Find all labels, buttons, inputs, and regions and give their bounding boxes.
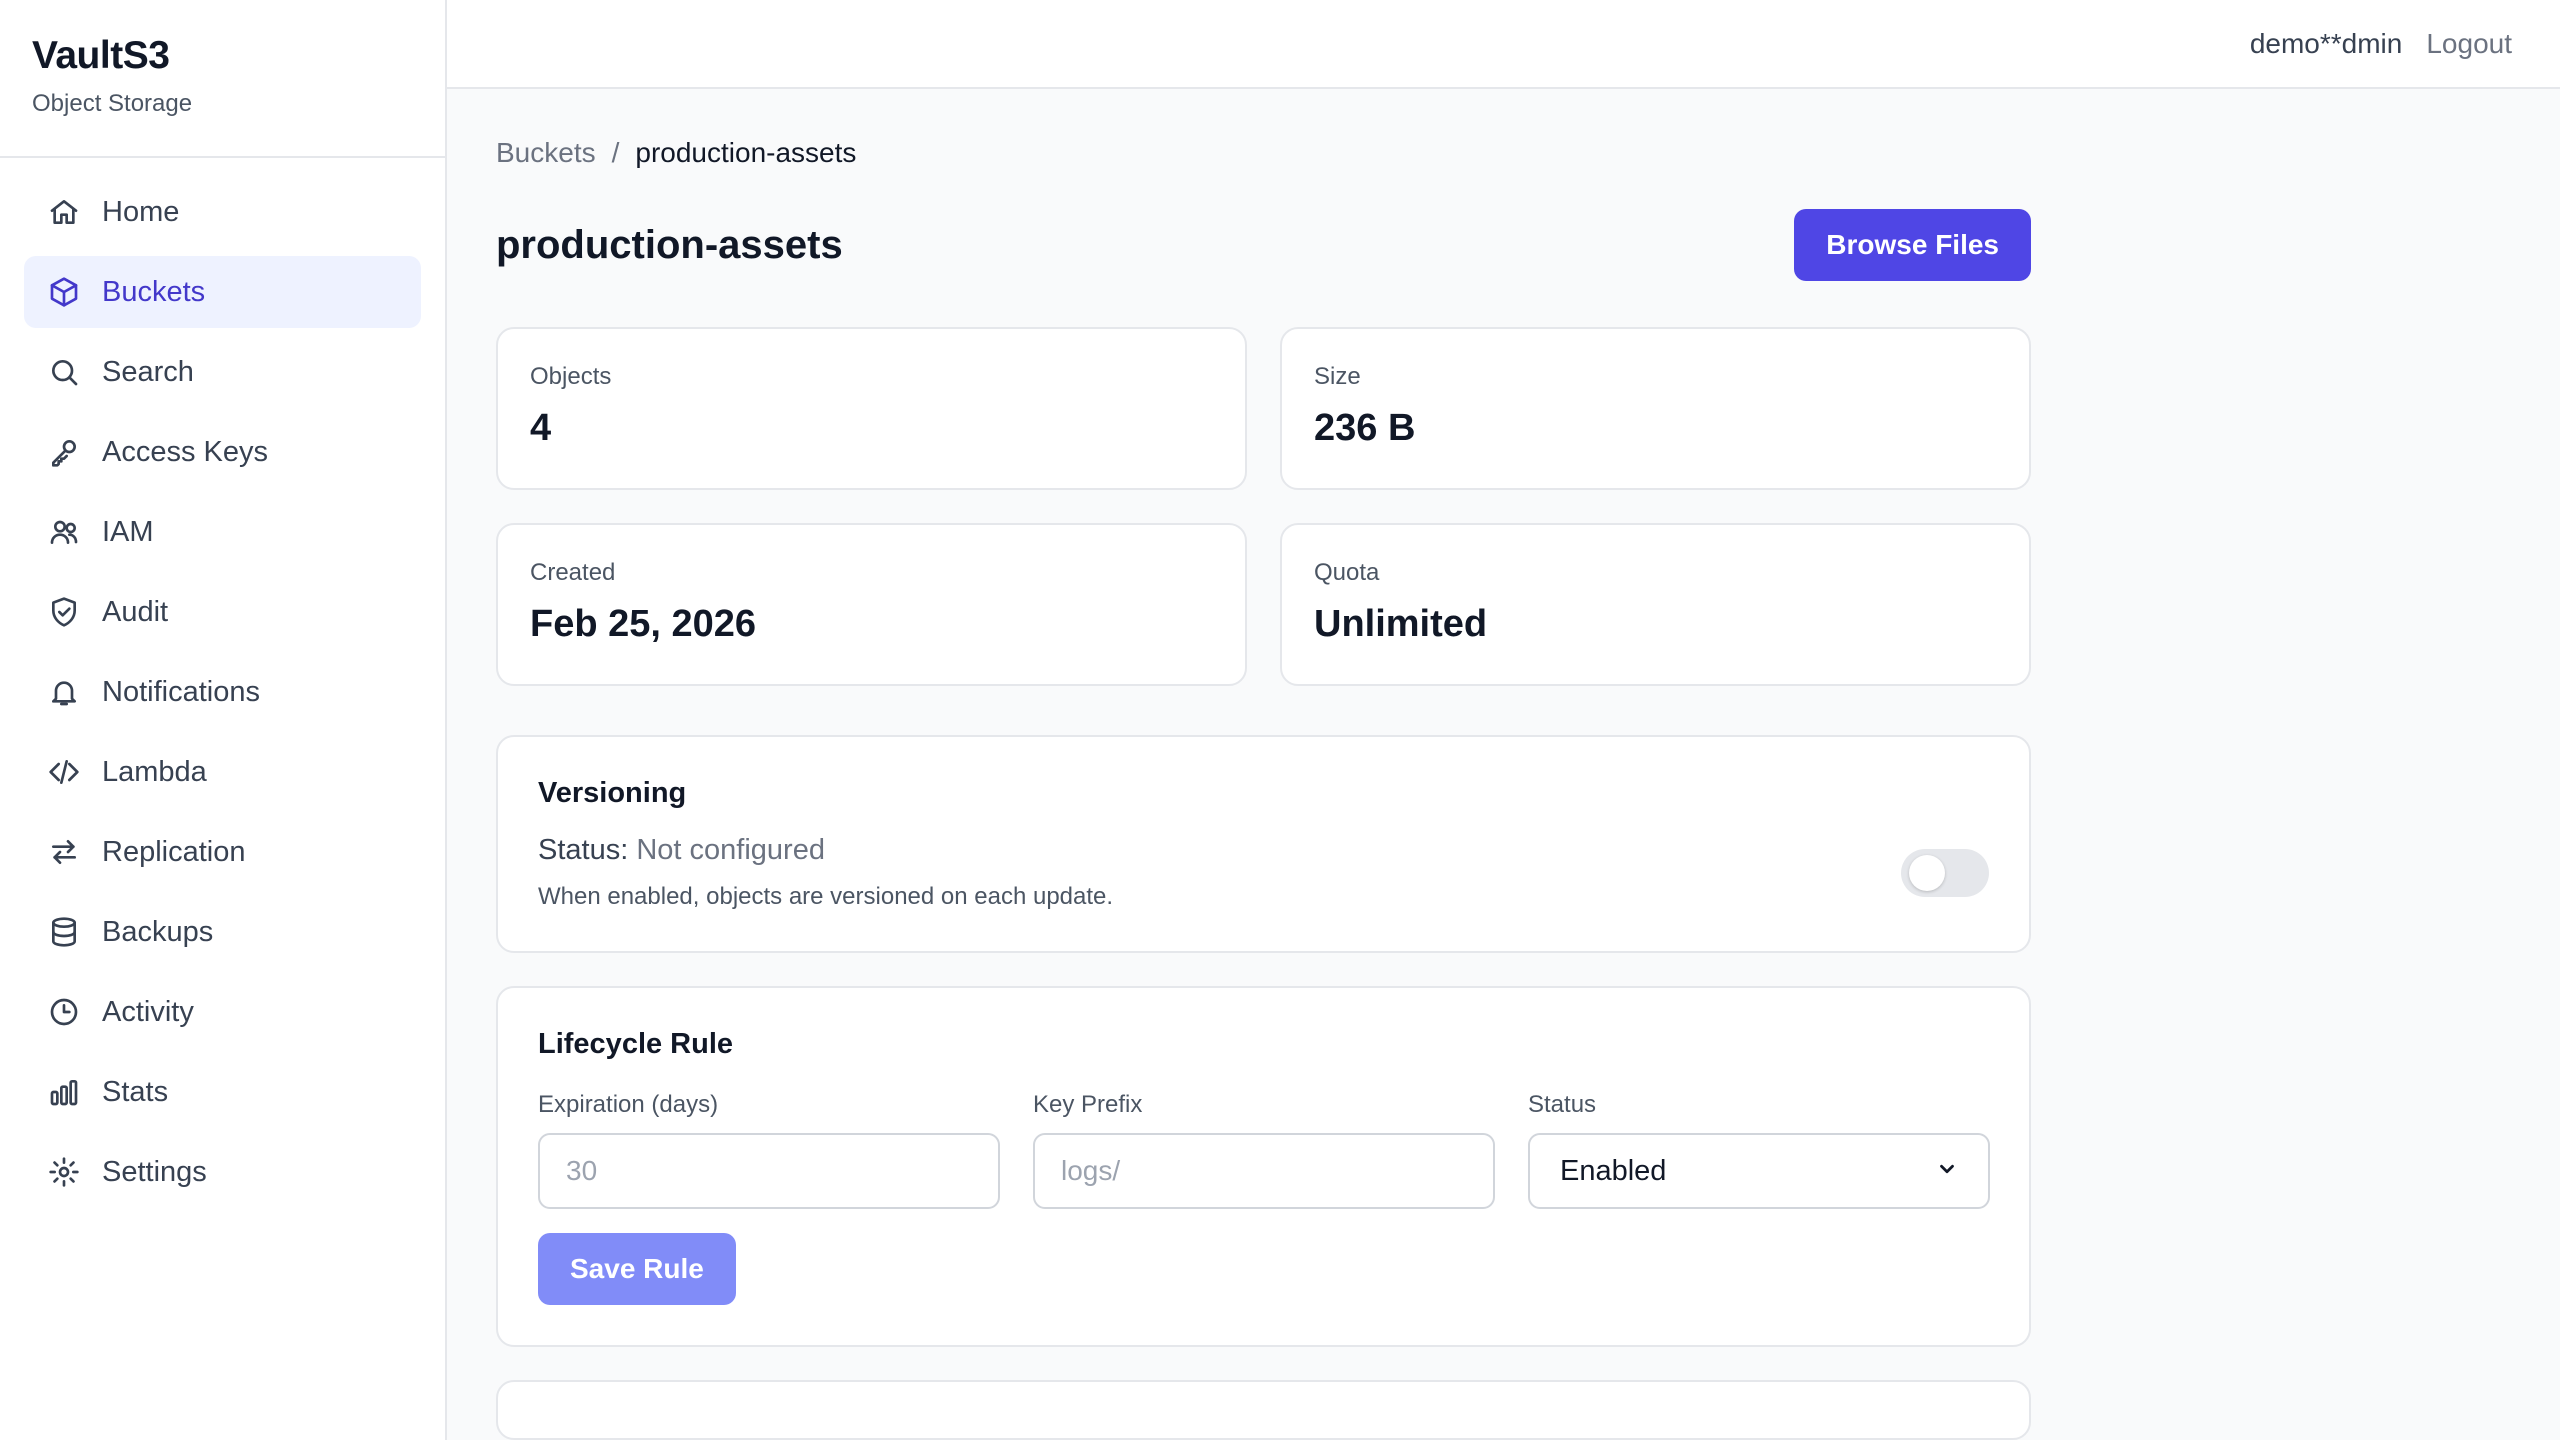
brand-name: VaultS3 — [32, 34, 170, 77]
sidebar-item-label: Lambda — [102, 755, 207, 788]
chevron-down-icon — [1936, 1155, 1958, 1188]
status-prefix: Status: — [538, 834, 629, 866]
sidebar-item-search[interactable]: Search — [24, 336, 421, 408]
search-icon — [48, 356, 80, 388]
lifecycle-form-row: Expiration (days) Key Prefix Status Enab… — [538, 1091, 1990, 1209]
shield-icon — [48, 596, 80, 628]
breadcrumb-separator: / — [611, 137, 620, 168]
users-icon — [48, 516, 80, 548]
browse-files-button[interactable]: Browse Files — [1794, 209, 2031, 281]
sidebar-item-stats[interactable]: Stats — [24, 1056, 421, 1128]
expiration-label: Expiration (days) — [538, 1091, 719, 1118]
stat-value: 236 B — [1314, 407, 1416, 449]
sidebar-item-label: Activity — [102, 995, 194, 1028]
bell-icon — [48, 676, 80, 708]
key-prefix-input[interactable] — [1033, 1133, 1495, 1209]
stat-card-size: Size 236 B — [1280, 327, 2031, 490]
sidebar-item-access-keys[interactable]: Access Keys — [24, 416, 421, 488]
sidebar-item-label: Stats — [102, 1075, 169, 1108]
prefix-label: Key Prefix — [1033, 1091, 1143, 1118]
brand-subtitle: Object Storage — [32, 90, 193, 117]
title-row: production-assets Browse Files — [496, 209, 2031, 281]
breadcrumb-buckets-link[interactable]: Buckets — [496, 137, 596, 169]
status-label: Status — [1528, 1091, 1597, 1118]
expiration-input[interactable] — [538, 1133, 1000, 1209]
sidebar-item-label: Backups — [102, 915, 214, 948]
key-icon — [48, 436, 80, 468]
stats-grid: Objects 4 Size 236 B Created Feb 25, 202… — [496, 327, 2031, 686]
stat-label: Size — [1314, 363, 1361, 390]
sidebar-item-iam[interactable]: IAM — [24, 496, 421, 568]
sidebar-item-label: Audit — [102, 595, 169, 628]
sidebar-item-label: Replication — [102, 835, 246, 868]
sidebar-item-activity[interactable]: Activity — [24, 976, 421, 1048]
status-select-value: Enabled — [1560, 1154, 1667, 1187]
sidebar-nav: Home Buckets Search Access Keys IAM Audi… — [0, 158, 445, 1234]
brand: VaultS3 Object Storage — [0, 0, 445, 158]
clock-icon — [48, 996, 80, 1028]
versioning-panel: Versioning Status: Not configured When e… — [496, 735, 2031, 953]
cube-icon — [48, 276, 80, 308]
arrows-icon — [48, 836, 80, 868]
sidebar-item-notifications[interactable]: Notifications — [24, 656, 421, 728]
bar-chart-icon — [48, 1076, 80, 1108]
expiration-group: Expiration (days) — [538, 1091, 1000, 1209]
sidebar-item-label: Access Keys — [102, 435, 268, 468]
prefix-group: Key Prefix — [1033, 1091, 1495, 1209]
main-area: demo**dmin Logout Buckets / production-a… — [447, 0, 2560, 1440]
current-user: demo**dmin — [2249, 27, 2403, 59]
stat-value: Feb 25, 2026 — [530, 603, 757, 645]
save-rule-button[interactable]: Save Rule — [538, 1233, 736, 1305]
sidebar-item-audit[interactable]: Audit — [24, 576, 421, 648]
versioning-help: When enabled, objects are versioned on e… — [538, 883, 1114, 910]
versioning-row: Status: Not configured When enabled, obj… — [538, 834, 1989, 911]
stat-label: Quota — [1314, 559, 1380, 586]
code-icon — [48, 756, 80, 788]
sidebar-item-label: Notifications — [102, 675, 260, 708]
topbar: demo**dmin Logout — [447, 0, 2560, 89]
sidebar-item-label: Home — [102, 195, 180, 228]
stat-label: Created — [530, 559, 616, 586]
stat-card-quota: Quota Unlimited — [1280, 523, 2031, 686]
breadcrumb-current: production-assets — [635, 137, 857, 168]
sidebar-item-label: Buckets — [102, 275, 206, 308]
database-icon — [48, 916, 80, 948]
versioning-status: Status: Not configured — [538, 834, 1113, 867]
stat-card-created: Created Feb 25, 2026 — [496, 523, 1247, 686]
page-title: production-assets — [496, 222, 843, 267]
gear-icon — [48, 1156, 80, 1188]
stat-card-objects: Objects 4 — [496, 327, 1247, 490]
versioning-info: Status: Not configured When enabled, obj… — [538, 834, 1113, 911]
stat-value: Unlimited — [1314, 603, 1488, 645]
lifecycle-title: Lifecycle Rule — [538, 1028, 734, 1060]
sidebar-item-label: Search — [102, 355, 194, 388]
app-root: VaultS3 Object Storage Home Buckets Sear… — [0, 0, 2560, 1440]
page-content: Buckets / production-assets production-a… — [447, 89, 2031, 1440]
stat-label: Objects — [530, 363, 612, 390]
sidebar-item-replication[interactable]: Replication — [24, 816, 421, 888]
status-select[interactable]: Enabled — [1528, 1133, 1990, 1209]
sidebar-item-label: Settings — [102, 1155, 207, 1188]
home-icon — [48, 196, 80, 228]
versioning-title: Versioning — [538, 777, 687, 809]
sidebar-item-backups[interactable]: Backups — [24, 896, 421, 968]
logout-link[interactable]: Logout — [2426, 28, 2512, 60]
lifecycle-panel: Lifecycle Rule Expiration (days) Key Pre… — [496, 986, 2031, 1347]
next-panel-partial — [496, 1380, 2031, 1440]
sidebar: VaultS3 Object Storage Home Buckets Sear… — [0, 0, 447, 1440]
status-value: Not configured — [636, 834, 825, 866]
toggle-knob — [1909, 854, 1945, 891]
breadcrumb: Buckets / production-assets — [496, 137, 2031, 169]
sidebar-item-buckets[interactable]: Buckets — [24, 256, 421, 328]
versioning-toggle[interactable] — [1901, 848, 1989, 897]
sidebar-item-lambda[interactable]: Lambda — [24, 736, 421, 808]
sidebar-item-label: IAM — [102, 515, 154, 548]
status-group: Status Enabled — [1528, 1091, 1990, 1209]
sidebar-item-home[interactable]: Home — [24, 176, 421, 248]
stat-value: 4 — [530, 407, 552, 449]
sidebar-item-settings[interactable]: Settings — [24, 1136, 421, 1208]
